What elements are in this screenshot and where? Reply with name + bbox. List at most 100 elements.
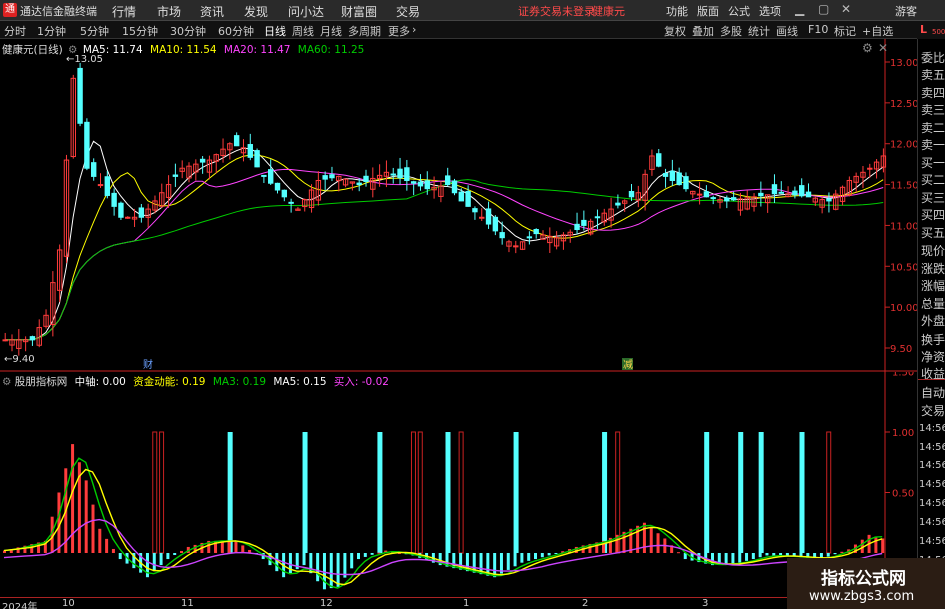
menu-zixun[interactable]: 资讯 <box>200 3 224 20</box>
period-5min[interactable]: 5分钟 <box>80 23 109 39</box>
menu-gongshi[interactable]: 公式 <box>728 3 750 19</box>
side-panel-item: 卖四 <box>921 86 945 100</box>
candle-body <box>138 207 145 218</box>
ind-histogram-bar <box>166 553 170 560</box>
ind-histogram-bar <box>676 552 680 554</box>
candle-body <box>84 121 90 169</box>
ind-histogram-bar <box>329 553 333 589</box>
current-stock-name: 健康元 <box>592 5 625 18</box>
menu-shichang[interactable]: 市场 <box>157 3 181 20</box>
menu-wenxiaoda[interactable]: 问小达 <box>288 3 324 20</box>
period-multi[interactable]: 多周期 <box>348 23 381 39</box>
period-fenshi[interactable]: 分时 <box>4 23 26 39</box>
level-box[interactable]: L 500 <box>917 21 945 39</box>
ind-histogram-bar <box>227 540 231 553</box>
candle-body <box>247 144 253 158</box>
side-panel-item: 现价 <box>921 244 945 258</box>
chart-title: 健康元(日线) <box>2 44 63 56</box>
settings-gear-icon[interactable]: ⚙ <box>68 44 77 56</box>
candle-body <box>458 191 465 202</box>
period-day[interactable]: 日线 <box>264 23 286 39</box>
candle-body <box>581 219 587 226</box>
ind-signal-bar <box>377 432 383 553</box>
ind-histogram-bar <box>357 553 360 560</box>
gear-icon[interactable]: ⚙ <box>862 41 873 55</box>
candle-body <box>288 201 294 204</box>
side-panel-item[interactable]: 交易 <box>921 402 945 419</box>
candle-body <box>778 191 784 194</box>
menu-hangqing[interactable]: 行情 <box>112 3 136 20</box>
candle-body <box>526 236 533 239</box>
side-panel-item: 14:56 <box>919 536 945 547</box>
ind-histogram-bar <box>506 553 510 570</box>
menu-caifuquan[interactable]: 财富圈 <box>341 3 377 20</box>
chevron-right-icon[interactable]: › <box>412 23 416 36</box>
candle-body <box>233 135 240 147</box>
ind-histogram-bar <box>111 548 115 553</box>
ind-outline-bar <box>458 431 464 554</box>
candle-body <box>724 197 730 202</box>
btn-fuquan[interactable]: 复权 <box>664 23 686 39</box>
ind-histogram-bar <box>833 553 837 555</box>
btn-tongji[interactable]: 统计 <box>748 23 770 39</box>
time-label-10: 10 <box>62 598 75 609</box>
candle-body <box>91 162 97 177</box>
candle-body <box>118 202 124 218</box>
ind-ma3-label: MA3: 0.19 <box>212 376 267 388</box>
btn-zixuan[interactable]: +自选 <box>862 23 893 39</box>
candle-body <box>274 182 281 191</box>
period-month[interactable]: 月线 <box>320 23 342 39</box>
side-panel-item[interactable]: 自动 <box>921 384 945 401</box>
candle-body <box>867 167 873 170</box>
ind-histogram-bar <box>874 536 878 553</box>
menu-jiaoyi[interactable]: 交易 <box>396 3 420 20</box>
ind-histogram-bar <box>520 553 524 563</box>
btn-f10[interactable]: F10 <box>808 23 828 36</box>
quote-side-panel: 委比 卖五 卖四 卖三 卖二 卖一 买一 买二 买三 买四 买五 现价 涨跌 涨幅 总量 外盘 换手 净资 收益 自动… <box>917 39 945 609</box>
ind-histogram-bar <box>540 553 544 558</box>
candle-body <box>594 216 601 219</box>
btn-duogu[interactable]: 多股 <box>720 23 742 39</box>
kline-chart[interactable]: 13.00 12.50 12.00 11.50 11.00 10.50 10.00 9.50 ←… <box>0 39 917 372</box>
side-panel-item: 卖一 <box>921 138 945 152</box>
ma10-line <box>5 154 884 341</box>
period-1min[interactable]: 1分钟 <box>37 23 66 39</box>
candle-body <box>485 208 492 225</box>
user-guest[interactable]: 游客 <box>895 3 917 19</box>
ma10-label: MA10: 11.54 <box>150 44 217 56</box>
candle-body <box>254 150 260 168</box>
side-panel-item: 14:56 <box>919 498 945 509</box>
side-panel-item: 卖三 <box>921 103 945 117</box>
maximize-icon[interactable]: ▢ <box>818 2 829 16</box>
indicator-chart[interactable]: 2.001.501.000.50 <box>0 372 917 597</box>
candle-body <box>758 192 764 197</box>
trade-login-notice[interactable]: 证券交易未登录 <box>518 3 595 19</box>
level-letter: L <box>920 23 928 36</box>
close-icon[interactable]: ✕ <box>841 2 851 16</box>
period-60min[interactable]: 60分钟 <box>218 23 254 39</box>
menu-xuanxiang[interactable]: 选项 <box>759 3 781 19</box>
btn-huaxian[interactable]: 画线 <box>776 23 798 39</box>
btn-diejia[interactable]: 叠加 <box>692 23 714 39</box>
ind-histogram-bar <box>377 552 381 554</box>
period-30min[interactable]: 30分钟 <box>170 23 206 39</box>
menu-banmian[interactable]: 版面 <box>697 3 719 19</box>
minimize-icon[interactable]: ▁ <box>795 2 804 16</box>
indicator-gear-icon[interactable]: ⚙ <box>2 376 11 388</box>
ind-histogram-bar <box>724 553 728 564</box>
ind-histogram-bar <box>336 553 340 587</box>
btn-biaoji[interactable]: 标记 <box>834 23 856 39</box>
ind-histogram-bar <box>98 528 102 553</box>
ma5-label: MA5: 11.74 <box>82 44 143 56</box>
menu-gongneng[interactable]: 功能 <box>666 3 688 19</box>
time-label-3: 3 <box>702 598 709 609</box>
ind-signal-bar <box>799 432 805 553</box>
menu-faxian[interactable]: 发现 <box>244 3 268 20</box>
close-panel-icon[interactable]: ✕ <box>878 41 888 55</box>
candle-body <box>615 202 621 206</box>
candle-body <box>97 184 104 187</box>
period-week[interactable]: 周线 <box>292 23 314 39</box>
candle-body <box>826 198 832 202</box>
period-15min[interactable]: 15分钟 <box>122 23 158 39</box>
period-more[interactable]: 更多 <box>388 23 410 39</box>
